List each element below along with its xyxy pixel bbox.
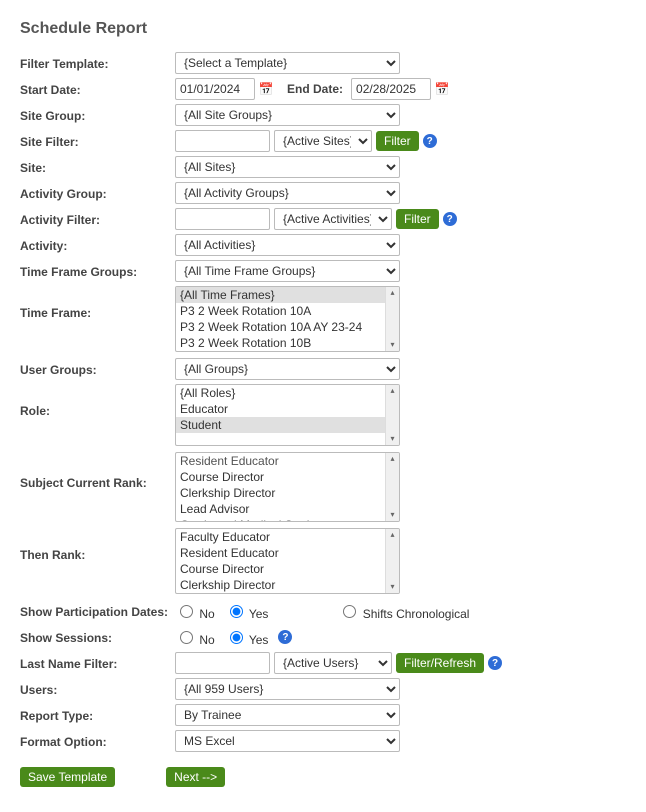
start-date-label: Start Date: [20,81,175,97]
site-filter-label: Site Filter: [20,133,175,149]
filter-template-label: Filter Template: [20,55,175,71]
list-item[interactable]: Educator [176,401,385,417]
filter-refresh-button[interactable]: Filter/Refresh [396,653,484,673]
calendar-icon[interactable]: 📅 [435,82,449,96]
role-label: Role: [20,384,175,418]
list-item[interactable]: Resident Educator [176,453,385,469]
site-group-label: Site Group: [20,107,175,123]
activity-group-select[interactable]: {All Activity Groups} [175,182,400,204]
scroll-down-icon[interactable]: ▾ [386,581,399,593]
scroll-down-icon[interactable]: ▾ [386,509,399,521]
format-option-label: Format Option: [20,733,175,749]
save-template-button[interactable]: Save Template [20,767,115,787]
user-groups-label: User Groups: [20,361,175,377]
report-type-label: Report Type: [20,707,175,723]
scroll-down-icon[interactable]: ▾ [386,339,399,351]
activity-filter-button[interactable]: Filter [396,209,439,229]
activity-filter-input[interactable] [175,208,270,230]
sessions-no-radio[interactable]: No [175,628,215,647]
site-group-select[interactable]: {All Site Groups} [175,104,400,126]
scroll-up-icon[interactable]: ▴ [386,529,399,541]
list-item[interactable]: P3 2 Week Rotation 10A [176,303,385,319]
participation-yes-radio[interactable]: Yes [225,602,269,621]
list-item[interactable]: P3 2 Week Rotation 10A AY 23-24 [176,319,385,335]
list-item[interactable]: {All Roles} [176,385,385,401]
activity-select[interactable]: {All Activities} [175,234,400,256]
participation-no-radio[interactable]: No [175,602,215,621]
activity-filter-label: Activity Filter: [20,211,175,227]
site-filter-button[interactable]: Filter [376,131,419,151]
shifts-chronological-radio[interactable]: Shifts Chronological [338,602,469,621]
site-select[interactable]: {All Sites} [175,156,400,178]
list-item[interactable]: Student [176,417,385,433]
list-item[interactable]: Faculty Educator [176,529,385,545]
scroll-up-icon[interactable]: ▴ [386,385,399,397]
scrollbar[interactable]: ▴ ▾ [385,453,399,521]
list-item[interactable]: Course Director [176,469,385,485]
show-sessions-label: Show Sessions: [20,629,175,645]
site-label: Site: [20,159,175,175]
end-date-input[interactable] [351,78,431,100]
time-frame-listbox[interactable]: {All Time Frames}P3 2 Week Rotation 10AP… [175,286,400,352]
list-item[interactable]: Clerkship Director [176,485,385,501]
then-rank-listbox[interactable]: Faculty EducatorResident EducatorCourse … [175,528,400,594]
scrollbar[interactable]: ▴ ▾ [385,529,399,593]
list-item[interactable]: P3 2 Week Rotation 10B [176,335,385,351]
activity-filter-scope-select[interactable]: {Active Activities} [274,208,392,230]
format-option-select[interactable]: MS Excel [175,730,400,752]
subject-current-rank-label: Subject Current Rank: [20,452,175,490]
time-frame-groups-label: Time Frame Groups: [20,263,175,279]
calendar-icon[interactable]: 📅 [259,82,273,96]
help-icon[interactable]: ? [488,656,502,670]
page-title: Schedule Report [20,20,626,38]
users-select[interactable]: {All 959 Users} [175,678,400,700]
filter-template-select[interactable]: {Select a Template} [175,52,400,74]
subject-current-rank-listbox[interactable]: Resident EducatorCourse DirectorClerkshi… [175,452,400,522]
time-frame-label: Time Frame: [20,286,175,320]
list-item[interactable]: Graduated Medical Student [176,517,385,521]
list-item[interactable]: Resident Educator [176,545,385,561]
help-icon[interactable]: ? [443,212,457,226]
sessions-yes-radio[interactable]: Yes [225,628,269,647]
last-name-filter-scope-select[interactable]: {Active Users} [274,652,392,674]
list-item[interactable]: Clerkship Director [176,577,385,593]
role-listbox[interactable]: {All Roles}EducatorStudent ▴ ▾ [175,384,400,446]
last-name-filter-label: Last Name Filter: [20,655,175,671]
show-participation-dates-label: Show Participation Dates: [20,603,175,619]
scrollbar[interactable]: ▴ ▾ [385,385,399,445]
next-button[interactable]: Next --> [166,767,225,787]
user-groups-select[interactable]: {All Groups} [175,358,400,380]
scroll-up-icon[interactable]: ▴ [386,287,399,299]
site-filter-scope-select[interactable]: {Active Sites} [274,130,372,152]
scroll-down-icon[interactable]: ▾ [386,433,399,445]
list-item[interactable]: Lead Advisor [176,501,385,517]
end-date-label: End Date: [277,82,347,96]
activity-group-label: Activity Group: [20,185,175,201]
list-item[interactable]: Course Director [176,561,385,577]
then-rank-label: Then Rank: [20,528,175,562]
users-label: Users: [20,681,175,697]
last-name-filter-input[interactable] [175,652,270,674]
time-frame-groups-select[interactable]: {All Time Frame Groups} [175,260,400,282]
scroll-up-icon[interactable]: ▴ [386,453,399,465]
site-filter-input[interactable] [175,130,270,152]
help-icon[interactable]: ? [278,630,292,644]
report-type-select[interactable]: By Trainee [175,704,400,726]
scrollbar[interactable]: ▴ ▾ [385,287,399,351]
activity-label: Activity: [20,237,175,253]
schedule-report-form: Filter Template: {Select a Template} Sta… [20,52,640,788]
list-item[interactable]: {All Time Frames} [176,287,385,303]
help-icon[interactable]: ? [423,134,437,148]
start-date-input[interactable] [175,78,255,100]
